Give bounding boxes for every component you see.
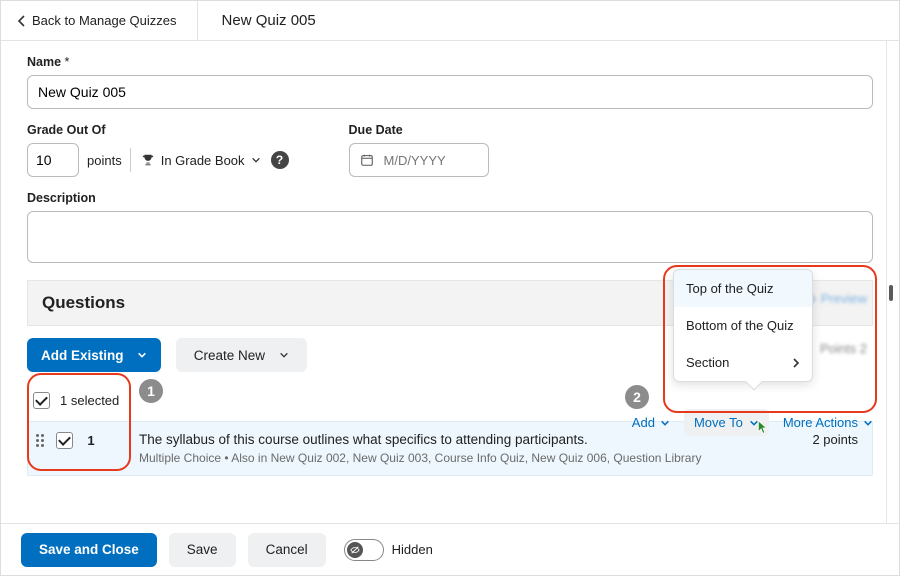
selected-count: 1 selected	[60, 393, 119, 408]
question-number: 1	[83, 433, 99, 448]
move-to-menu: Top of the Quiz Bottom of the Quiz Secti…	[673, 269, 813, 382]
grade-input[interactable]	[27, 143, 79, 177]
add-label: Add	[632, 415, 655, 430]
chevron-down-icon	[251, 155, 261, 165]
annotation-badge-2: 2	[625, 385, 649, 409]
menu-item-section[interactable]: Section	[674, 344, 812, 381]
grade-label: Grade Out Of	[27, 123, 289, 137]
annotation-badge-1: 1	[139, 379, 163, 403]
description-label: Description	[27, 191, 873, 205]
add-button[interactable]: Add	[632, 415, 670, 430]
create-new-button[interactable]: Create New	[176, 338, 307, 372]
save-and-close-button[interactable]: Save and Close	[21, 533, 157, 567]
points-label: points	[87, 153, 122, 168]
panel-divider	[886, 41, 887, 523]
menu-item-bottom[interactable]: Bottom of the Quiz	[674, 307, 812, 344]
move-to-label: Move To	[694, 415, 743, 430]
cancel-button[interactable]: Cancel	[248, 533, 326, 567]
gradebook-dropdown[interactable]: In Grade Book	[139, 149, 263, 172]
question-checkbox[interactable]	[56, 432, 73, 449]
save-button[interactable]: Save	[169, 533, 236, 567]
preview-label: Preview	[821, 291, 867, 306]
visibility-label: Hidden	[392, 542, 433, 557]
chevron-down-icon	[863, 418, 873, 428]
add-existing-label: Add Existing	[41, 348, 124, 363]
menu-item-top[interactable]: Top of the Quiz	[674, 270, 812, 307]
back-text: Back to Manage Quizzes	[32, 13, 177, 28]
help-icon[interactable]: ?	[271, 151, 289, 169]
divider	[130, 148, 131, 172]
scrollbar-thumb[interactable]	[889, 285, 893, 301]
create-new-label: Create New	[194, 348, 265, 363]
due-date-input[interactable]	[349, 143, 489, 177]
chevron-down-icon	[137, 350, 147, 360]
quiz-name-input[interactable]	[27, 75, 873, 109]
drag-handle-icon[interactable]	[34, 432, 46, 447]
question-meta: Multiple Choice • Also in New Quiz 002, …	[139, 451, 802, 465]
visibility-toggle[interactable]	[344, 539, 384, 561]
chevron-down-icon	[279, 350, 289, 360]
select-all-checkbox[interactable]	[33, 392, 50, 409]
page-title: New Quiz 005	[222, 12, 316, 29]
chevron-right-icon	[792, 358, 800, 368]
chevron-left-icon	[17, 15, 26, 27]
more-actions-button[interactable]: More Actions	[783, 415, 873, 430]
due-date-field[interactable]	[382, 152, 472, 169]
add-existing-button[interactable]: Add Existing	[27, 338, 161, 372]
back-link[interactable]: Back to Manage Quizzes	[17, 1, 198, 40]
description-input[interactable]	[27, 211, 873, 263]
cursor-icon	[753, 419, 771, 440]
due-date-label: Due Date	[349, 123, 489, 137]
calendar-icon	[360, 153, 374, 167]
chevron-down-icon	[660, 418, 670, 428]
eye-off-icon	[350, 545, 360, 555]
trophy-icon	[141, 153, 155, 167]
total-points: Points 2	[820, 341, 867, 356]
gradebook-text: In Grade Book	[161, 153, 245, 168]
more-actions-label: More Actions	[783, 415, 858, 430]
name-label: Name	[27, 55, 873, 69]
